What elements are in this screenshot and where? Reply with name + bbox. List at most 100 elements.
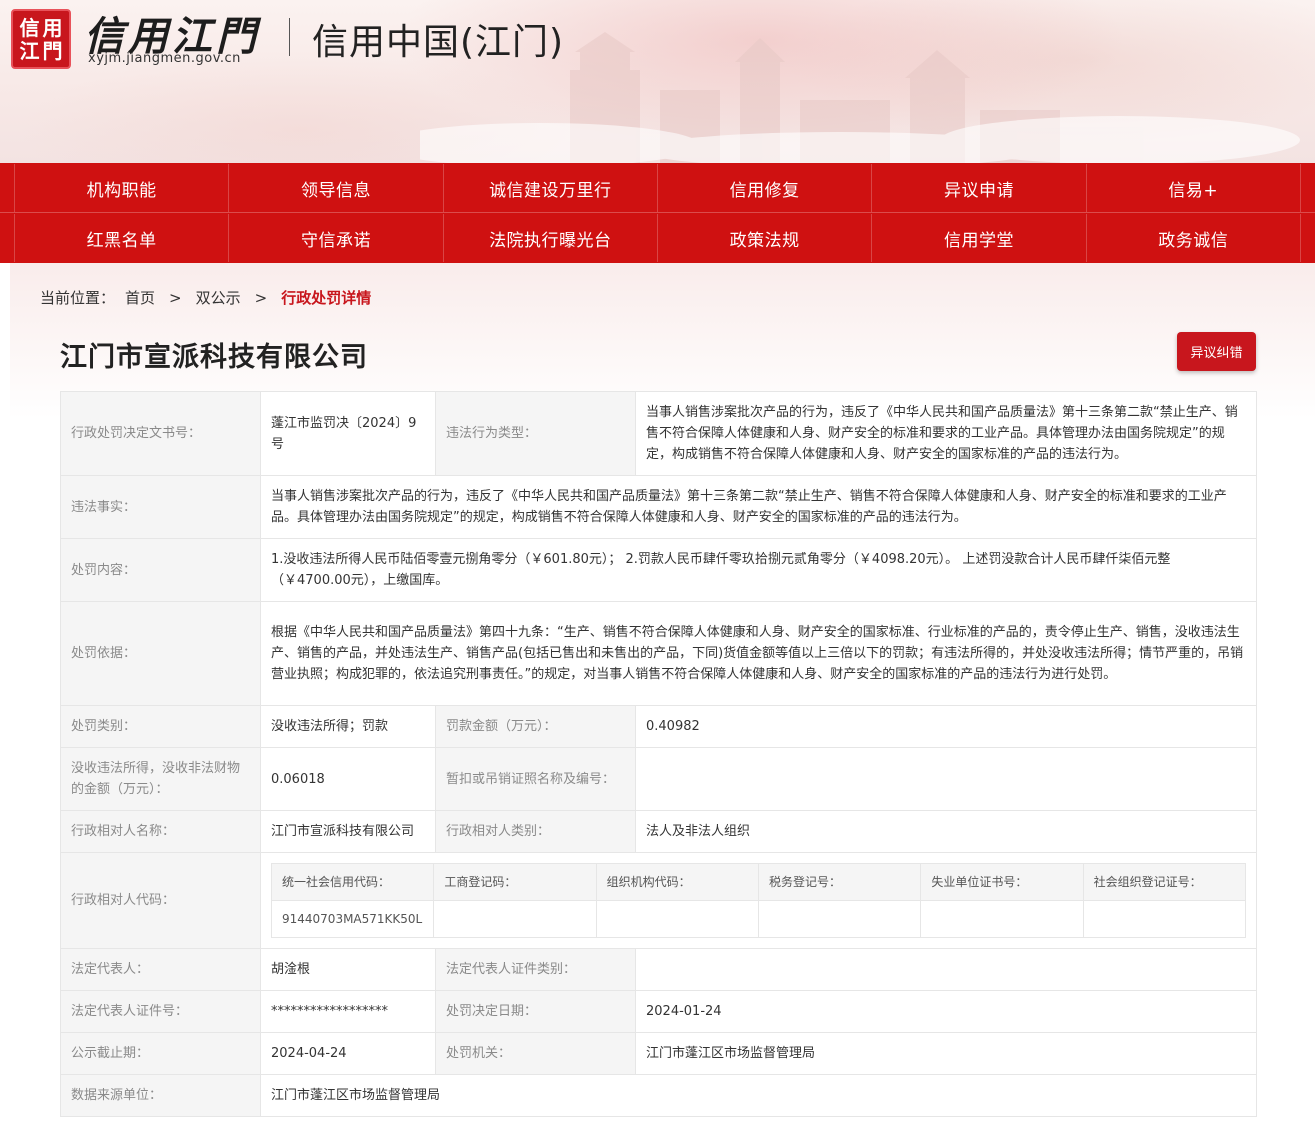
decision-no-label: 行政处罚决定文书号： xyxy=(60,391,261,476)
data-source-value: 江门市蓬江区市场监督管理局 xyxy=(260,1074,1257,1117)
main-content: 当前位置： 首页 > 双公示 > 行政处罚详情 江门市宣派科技有限公司 异议纠错… xyxy=(10,263,1315,1131)
nav-row-divider xyxy=(0,212,1315,213)
objection-button[interactable]: 异议纠错 xyxy=(1177,332,1256,371)
codes-value xyxy=(595,900,759,938)
table-row: 数据来源单位： 江门市蓬江区市场监督管理局 xyxy=(60,1074,1257,1117)
penalty-content-label: 处罚内容： xyxy=(60,538,261,602)
license-label: 暂扣或吊销证照名称及编号： xyxy=(435,747,636,811)
publish-deadline-value: 2024-04-24 xyxy=(260,1032,436,1075)
party-code-label: 行政相对人代码： xyxy=(60,852,261,949)
penalty-category-value: 没收违法所得；罚款 xyxy=(260,705,436,748)
breadcrumb-current: 行政处罚详情 xyxy=(281,289,372,307)
nav-item[interactable]: 信易+ xyxy=(1085,164,1301,212)
nav-item[interactable]: 异议申请 xyxy=(871,164,1085,212)
nav-item[interactable]: 守信承诺 xyxy=(228,214,442,262)
nav-item[interactable]: 机构职能 xyxy=(14,164,228,212)
nav-item[interactable]: 政务诚信 xyxy=(1085,214,1301,262)
nav-item[interactable]: 政策法规 xyxy=(656,214,871,262)
decision-date-label: 处罚决定日期： xyxy=(435,990,636,1033)
codes-header: 税务登记号： xyxy=(757,863,922,901)
penalty-category-label: 处罚类别： xyxy=(60,705,261,748)
table-row: 行政相对人名称： 江门市宣派科技有限公司 行政相对人类别： 法人及非法人组织 xyxy=(60,810,1257,853)
penalty-basis-value: 根据《中华人民共和国产品质量法》第四十九条：“生产、销售不符合保障人体健康和人身… xyxy=(260,601,1257,706)
codes-value-row: 91440703MA571KK50L xyxy=(270,900,1247,938)
breadcrumb: 当前位置： 首页 > 双公示 > 行政处罚详情 xyxy=(40,287,371,308)
confiscated-amount-label: 没收违法所得，没收非法财物的金额（万元）： xyxy=(60,747,261,811)
table-row: 没收违法所得，没收非法财物的金额（万元）： 0.06018 暂扣或吊销证照名称及… xyxy=(60,747,1257,811)
brand-url: xyjm.jiangmen.gov.cn xyxy=(88,51,241,66)
legal-rep-id-no-value: ****************** xyxy=(260,990,436,1033)
header-divider xyxy=(289,18,290,56)
fine-amount-label: 罚款金额（万元）： xyxy=(435,705,636,748)
party-codes-table: 统一社会信用代码： 工商登记码： 组织机构代码： 税务登记号： 失业单位证书号：… xyxy=(270,863,1247,938)
data-source-label: 数据来源单位： xyxy=(60,1074,261,1117)
codes-value xyxy=(757,900,922,938)
codes-header: 统一社会信用代码： xyxy=(270,863,435,901)
codes-header: 组织机构代码： xyxy=(595,863,759,901)
site-header: 信 用 江 門 信用江門 xyjm.jiangmen.gov.cn 信用中国(江… xyxy=(0,0,1315,163)
penalty-content-value: 1.没收违法所得人民币陆佰零壹元捌角零分（￥601.80元）； 2.罚款人民币肆… xyxy=(260,538,1257,602)
seal-char: 江 xyxy=(19,38,40,63)
breadcrumb-section-link[interactable]: 双公示 xyxy=(196,287,241,308)
breadcrumb-separator: > xyxy=(169,288,182,307)
nav-item[interactable]: 信用学堂 xyxy=(871,214,1085,262)
seal-char: 門 xyxy=(42,38,63,63)
codes-value xyxy=(433,900,597,938)
decision-no-value: 蓬江市监罚决〔2024〕9号 xyxy=(260,391,436,476)
breadcrumb-separator: > xyxy=(254,288,268,307)
legal-rep-value: 胡淦根 xyxy=(260,948,436,991)
decision-date-value: 2024-01-24 xyxy=(635,990,1257,1033)
party-type-label: 行政相对人类别： xyxy=(435,810,636,853)
legal-rep-label: 法定代表人： xyxy=(60,948,261,991)
codes-value xyxy=(1082,900,1247,938)
legal-rep-id-type-value xyxy=(635,948,1257,991)
codes-value: 91440703MA571KK50L xyxy=(270,900,435,938)
violation-type-label: 违法行为类型： xyxy=(435,391,636,476)
fine-amount-value: 0.40982 xyxy=(635,705,1257,748)
nav-row-1: 机构职能 领导信息 诚信建设万里行 信用修复 异议申请 信易+ xyxy=(14,164,1301,212)
codes-header: 失业单位证书号： xyxy=(920,863,1084,901)
table-row: 公示截止期： 2024-04-24 处罚机关： 江门市蓬江区市场监督管理局 xyxy=(60,1032,1257,1075)
nav-item[interactable]: 信用修复 xyxy=(656,164,871,212)
publish-deadline-label: 公示截止期： xyxy=(60,1032,261,1075)
legal-rep-id-no-label: 法定代表人证件号： xyxy=(60,990,261,1033)
penalty-detail-table: 行政处罚决定文书号： 蓬江市监罚决〔2024〕9号 违法行为类型： 当事人销售涉… xyxy=(60,391,1257,1117)
facts-value: 当事人销售涉案批次产品的行为，违反了《中华人民共和国产品质量法》第十三条第二款“… xyxy=(260,475,1257,539)
breadcrumb-label: 当前位置： xyxy=(40,289,116,307)
site-title: 信用中国(江门) xyxy=(312,22,565,63)
table-row: 法定代表人： 胡淦根 法定代表人证件类别： xyxy=(60,948,1257,991)
authority-label: 处罚机关： xyxy=(435,1032,636,1075)
codes-header-row: 统一社会信用代码： 工商登记码： 组织机构代码： 税务登记号： 失业单位证书号：… xyxy=(270,863,1247,901)
seal-char: 信 xyxy=(19,15,40,40)
nav-row-2: 红黑名单 守信承诺 法院执行曝光台 政策法规 信用学堂 政务诚信 xyxy=(14,214,1301,262)
table-row: 违法事实： 当事人销售涉案批次产品的行为，违反了《中华人民共和国产品质量法》第十… xyxy=(60,475,1257,539)
legal-rep-id-type-label: 法定代表人证件类别： xyxy=(435,948,636,991)
table-row: 法定代表人证件号： ****************** 处罚决定日期： 202… xyxy=(60,990,1257,1033)
main-nav: 机构职能 领导信息 诚信建设万里行 信用修复 异议申请 信易+ 红黑名单 守信承… xyxy=(0,163,1315,263)
authority-value: 江门市蓬江区市场监督管理局 xyxy=(635,1032,1257,1075)
table-row: 处罚内容： 1.没收违法所得人民币陆佰零壹元捌角零分（￥601.80元）； 2.… xyxy=(60,538,1257,602)
nav-item[interactable]: 红黑名单 xyxy=(14,214,228,262)
nav-item[interactable]: 法院执行曝光台 xyxy=(442,214,657,262)
company-title: 江门市宣派科技有限公司 xyxy=(60,342,368,373)
license-value xyxy=(635,747,1257,811)
seal-char: 用 xyxy=(42,15,63,40)
party-code-cell: 统一社会信用代码： 工商登记码： 组织机构代码： 税务登记号： 失业单位证书号：… xyxy=(260,852,1257,949)
table-row: 处罚类别： 没收违法所得；罚款 罚款金额（万元）： 0.40982 xyxy=(60,705,1257,748)
nav-item[interactable]: 领导信息 xyxy=(228,164,442,212)
table-row: 处罚依据： 根据《中华人民共和国产品质量法》第四十九条：“生产、销售不符合保障人… xyxy=(60,601,1257,706)
penalty-basis-label: 处罚依据： xyxy=(60,601,261,706)
codes-header: 工商登记码： xyxy=(433,863,597,901)
table-row: 行政相对人代码： 统一社会信用代码： 工商登记码： 组织机构代码： 税务登记号：… xyxy=(60,852,1257,949)
party-name-value: 江门市宣派科技有限公司 xyxy=(260,810,436,853)
breadcrumb-home-link[interactable]: 首页 xyxy=(125,287,155,308)
confiscated-amount-value: 0.06018 xyxy=(260,747,436,811)
violation-type-value: 当事人销售涉案批次产品的行为，违反了《中华人民共和国产品质量法》第十三条第二款“… xyxy=(635,391,1257,476)
site-seal-logo[interactable]: 信 用 江 門 xyxy=(11,9,71,69)
table-row: 行政处罚决定文书号： 蓬江市监罚决〔2024〕9号 违法行为类型： 当事人销售涉… xyxy=(60,391,1257,476)
party-type-value: 法人及非法人组织 xyxy=(635,810,1257,853)
party-name-label: 行政相对人名称： xyxy=(60,810,261,853)
facts-label: 违法事实： xyxy=(60,475,261,539)
nav-item[interactable]: 诚信建设万里行 xyxy=(442,164,657,212)
codes-value xyxy=(920,900,1084,938)
